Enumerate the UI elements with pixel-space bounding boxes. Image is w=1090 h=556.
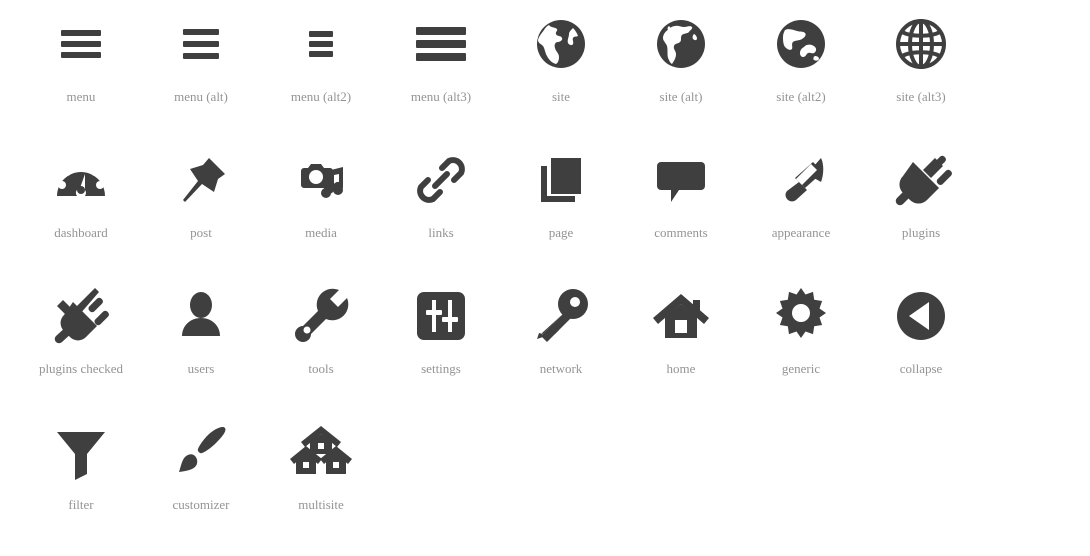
icon-cell-users[interactable]: users [141, 272, 261, 408]
funnel-icon [45, 416, 117, 488]
menu-alt2-icon [285, 8, 357, 80]
power-plug-icon [885, 144, 957, 216]
pages-stack-icon [525, 144, 597, 216]
icon-label: multisite [298, 497, 344, 512]
icon-label: plugins checked [38, 361, 124, 376]
gauge-icon [45, 144, 117, 216]
icon-cell-multisite[interactable]: multisite [261, 408, 381, 544]
power-plug-check-icon [45, 280, 117, 352]
icon-cell-home[interactable]: home [621, 272, 741, 408]
key-icon [525, 280, 597, 352]
icon-label: links [428, 225, 454, 240]
icon-cell-plugins-checked[interactable]: plugins checked [21, 272, 141, 408]
icon-cell-tools[interactable]: tools [261, 272, 381, 408]
icon-label: page [548, 225, 574, 240]
icon-cell-menu-alt[interactable]: menu (alt) [141, 0, 261, 136]
icon-cell-comments[interactable]: comments [621, 136, 741, 272]
icon-label: menu (alt3) [410, 89, 472, 104]
icon-cell-media[interactable]: media [261, 136, 381, 272]
icon-label: menu (alt2) [290, 89, 352, 104]
icon-cell-settings[interactable]: settings [381, 272, 501, 408]
multi-house-icon [285, 416, 357, 488]
icon-cell-network[interactable]: network [501, 272, 621, 408]
globe-asia-icon [765, 8, 837, 80]
camera-music-icon [285, 144, 357, 216]
icon-label: menu [66, 89, 96, 104]
chain-link-icon [405, 144, 477, 216]
icon-label: network [539, 361, 583, 376]
icon-cell-site-alt[interactable]: site (alt) [621, 0, 741, 136]
icon-label: plugins [901, 225, 941, 240]
gear-icon [765, 280, 837, 352]
icon-cell-customizer[interactable]: customizer [141, 408, 261, 544]
icon-label: users [187, 361, 215, 376]
icon-grid: menu menu (alt) menu (alt2) menu (alt3) site… [21, 0, 981, 544]
icon-cell-plugins[interactable]: plugins [861, 136, 981, 272]
icon-cell-menu[interactable]: menu [21, 0, 141, 136]
icon-cell-dashboard[interactable]: dashboard [21, 136, 141, 272]
user-icon [165, 280, 237, 352]
icon-label: post [190, 225, 212, 240]
menu-icon [45, 8, 117, 80]
globe-wireframe-icon [885, 8, 957, 80]
icon-label: media [305, 225, 337, 240]
icon-label: site [551, 89, 571, 104]
icon-label: appearance [771, 225, 831, 240]
icon-label: site (alt3) [896, 89, 946, 104]
icon-label: collapse [899, 361, 943, 376]
icon-label: dashboard [54, 225, 108, 240]
icon-cell-menu-alt2[interactable]: menu (alt2) [261, 0, 381, 136]
icon-cell-site-alt2[interactable]: site (alt2) [741, 0, 861, 136]
menu-alt3-icon [405, 8, 477, 80]
icon-cell-site[interactable]: site [501, 0, 621, 136]
paintbrush-icon [765, 144, 837, 216]
collapse-arrow-icon [885, 280, 957, 352]
sliders-icon [405, 280, 477, 352]
icon-cell-site-alt3[interactable]: site (alt3) [861, 0, 981, 136]
menu-alt-icon [165, 8, 237, 80]
globe-africa-icon [645, 8, 717, 80]
icon-label: tools [308, 361, 334, 376]
icon-label: site (alt2) [776, 89, 826, 104]
wrench-icon [285, 280, 357, 352]
icon-label: customizer [172, 497, 230, 512]
pushpin-icon [165, 144, 237, 216]
icon-label: settings [421, 361, 461, 376]
icon-cell-post[interactable]: post [141, 136, 261, 272]
icon-cell-filter[interactable]: filter [21, 408, 141, 544]
icon-cell-page[interactable]: page [501, 136, 621, 272]
speech-bubble-icon [645, 144, 717, 216]
icon-label: generic [781, 361, 821, 376]
house-icon [645, 280, 717, 352]
dashicons-sheet: menu menu (alt) menu (alt2) menu (alt3) site… [0, 0, 1090, 556]
icon-cell-appearance[interactable]: appearance [741, 136, 861, 272]
icon-label: home [666, 361, 696, 376]
icon-cell-collapse[interactable]: collapse [861, 272, 981, 408]
paint-stroke-icon [165, 416, 237, 488]
icon-label: menu (alt) [174, 89, 228, 104]
icon-label: site (alt) [659, 89, 703, 104]
icon-label: filter [68, 497, 94, 512]
globe-americas-icon [525, 8, 597, 80]
icon-cell-links[interactable]: links [381, 136, 501, 272]
icon-label: comments [654, 225, 708, 240]
icon-cell-menu-alt3[interactable]: menu (alt3) [381, 0, 501, 136]
icon-cell-generic[interactable]: generic [741, 272, 861, 408]
